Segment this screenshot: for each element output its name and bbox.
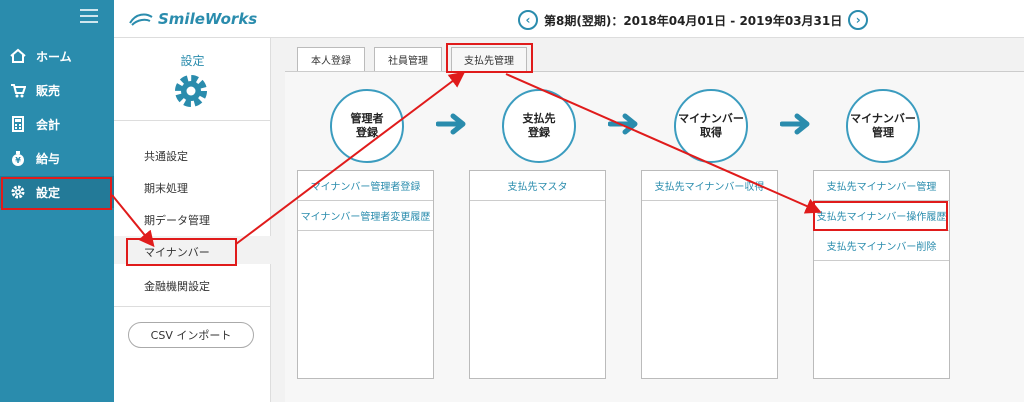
nav-label-payroll: 給与 bbox=[36, 151, 61, 166]
settings-highlight-box bbox=[1, 177, 112, 210]
money-bag-icon: ¥ bbox=[10, 150, 26, 166]
menu-item-common-settings[interactable]: 共通設定 bbox=[144, 148, 188, 164]
step-my-number-management: マイナンバー 管理 bbox=[846, 89, 920, 163]
next-period-button[interactable]: › bbox=[848, 10, 869, 30]
menu-item-financial-institution[interactable]: 金融機関設定 bbox=[144, 278, 210, 294]
step-4-line1: マイナンバー bbox=[850, 112, 916, 125]
step-my-number-acquisition: マイナンバー 取得 bbox=[674, 89, 748, 163]
settings-divider bbox=[114, 120, 271, 121]
arrow-right-icon bbox=[780, 113, 810, 135]
step-payee-registration: 支払先 登録 bbox=[502, 89, 576, 163]
step-1-line1: 管理者 bbox=[350, 112, 384, 125]
menu-item-year-end[interactable]: 期末処理 bbox=[144, 180, 188, 196]
step-1-line2: 登録 bbox=[356, 126, 378, 139]
nav-label-accounting: 会計 bbox=[36, 117, 61, 132]
nav-label-home: ホーム bbox=[36, 49, 72, 64]
step-4-line2: 管理 bbox=[872, 126, 894, 139]
my-number-highlight-box bbox=[126, 238, 237, 266]
csv-import-button[interactable]: CSV インポート bbox=[128, 322, 254, 348]
settings-gear-icon bbox=[172, 72, 210, 110]
period-selector: ‹ 第8期(翌期)：2018年04月01日 - 2019年03月31日 › bbox=[518, 9, 869, 31]
tab-employee-management[interactable]: 社員管理 bbox=[374, 47, 442, 71]
link-payee-my-number-management[interactable]: 支払先マイナンバー管理 bbox=[814, 171, 949, 201]
nav-item-home[interactable]: ホーム bbox=[0, 40, 114, 72]
step-2-line1: 支払先 bbox=[522, 112, 556, 125]
settings-title: 設定 bbox=[180, 54, 205, 68]
link-admin-registration[interactable]: マイナンバー管理者登録 bbox=[298, 171, 433, 201]
link-payee-my-number-acquire[interactable]: 支払先マイナンバー収得 bbox=[642, 171, 777, 201]
period-label: 第8期(翌期)：2018年04月01日 - 2019年03月31日 bbox=[544, 13, 843, 28]
column-payee: 支払先マスタ bbox=[469, 170, 606, 379]
step-admin-registration: 管理者 登録 bbox=[330, 89, 404, 163]
column-admin: マイナンバー管理者登録 マイナンバー管理者変更履歴 bbox=[297, 170, 434, 379]
arrow-right-icon bbox=[436, 113, 466, 135]
step-2-line2: 登録 bbox=[528, 126, 550, 139]
nav-item-sales[interactable]: 販売 bbox=[0, 74, 114, 106]
calculator-icon bbox=[10, 116, 26, 132]
logo-text: SmileWorks bbox=[158, 10, 258, 28]
arrow-right-icon bbox=[608, 113, 638, 135]
nav-item-payroll[interactable]: ¥ 給与 bbox=[0, 142, 114, 174]
home-icon bbox=[10, 48, 26, 64]
top-header: SmileWorks ‹ 第8期(翌期)：2018年04月01日 - 2019年… bbox=[114, 0, 1024, 38]
cart-icon bbox=[10, 82, 26, 98]
payee-tab-highlight-box bbox=[446, 43, 533, 73]
svg-text:¥: ¥ bbox=[15, 156, 21, 165]
operation-history-highlight-box bbox=[813, 201, 948, 231]
logo-mark-icon bbox=[129, 13, 153, 26]
tab-self-registration[interactable]: 本人登録 bbox=[297, 47, 365, 71]
link-admin-change-history[interactable]: マイナンバー管理者変更履歴 bbox=[298, 201, 433, 231]
link-payee-master[interactable]: 支払先マスタ bbox=[470, 171, 605, 201]
link-payee-my-number-delete[interactable]: 支払先マイナンバー削除 bbox=[814, 231, 949, 261]
menu-divider bbox=[114, 306, 271, 307]
nav-label-sales: 販売 bbox=[36, 83, 61, 98]
nav-item-accounting[interactable]: 会計 bbox=[0, 108, 114, 140]
prev-period-button[interactable]: ‹ bbox=[518, 10, 538, 30]
hamburger-menu-icon[interactable] bbox=[80, 9, 98, 23]
smileworks-logo[interactable]: SmileWorks bbox=[128, 9, 257, 29]
column-acquisition: 支払先マイナンバー収得 bbox=[641, 170, 778, 379]
step-3-line1: マイナンバー bbox=[678, 112, 744, 125]
step-3-line2: 取得 bbox=[700, 126, 722, 139]
menu-item-period-data[interactable]: 期データ管理 bbox=[144, 212, 210, 228]
